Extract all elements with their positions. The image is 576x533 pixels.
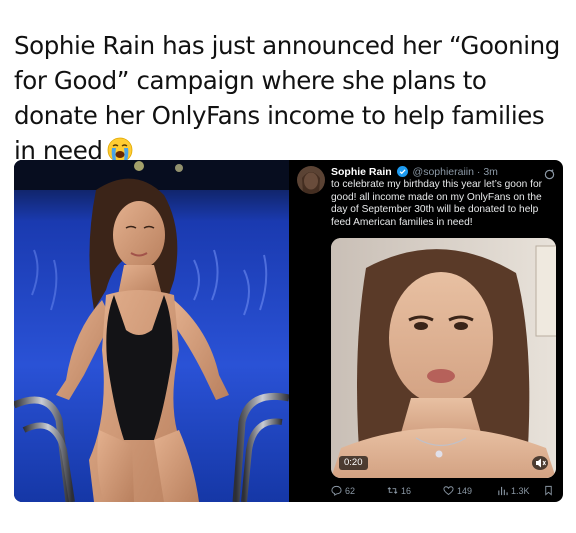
avatar[interactable]: [297, 166, 325, 194]
views-button[interactable]: 1.3K: [497, 484, 530, 498]
reply-button[interactable]: 62: [331, 484, 355, 498]
pool-photo-illustration: [14, 160, 289, 502]
like-button[interactable]: 149: [443, 484, 472, 498]
views-count: 1.3K: [511, 486, 530, 496]
like-count: 149: [457, 486, 473, 496]
tweet-header: Sophie Rain @sophieraiin · 3m: [331, 166, 555, 179]
repost-count: 16: [401, 486, 412, 496]
bookmark-button[interactable]: [543, 484, 554, 498]
video-duration: 0:20: [339, 456, 368, 470]
reply-icon: [331, 485, 342, 498]
meme-caption: Sophie Rain has just announced her “Goon…: [14, 28, 562, 168]
video-frame: [331, 238, 556, 478]
repost-button[interactable]: 16: [387, 484, 411, 498]
verified-badge-icon: [396, 166, 408, 177]
caption-text: Sophie Rain has just announced her “Goon…: [14, 31, 560, 165]
display-name[interactable]: Sophie Rain: [331, 166, 392, 178]
tweet-actions: 62 16 149 1.3K: [331, 484, 556, 498]
tweet-card: Sophie Rain @sophieraiin · 3m to celebra…: [289, 160, 563, 502]
video-player[interactable]: 0:20: [331, 238, 556, 478]
separator: ·: [476, 166, 481, 178]
heart-icon: [443, 485, 454, 498]
pool-photo: [14, 160, 289, 502]
mute-icon[interactable]: [532, 456, 548, 470]
bookmark-icon: [543, 485, 554, 498]
handle[interactable]: @sophieraiin: [413, 166, 474, 178]
repost-icon: [387, 485, 398, 498]
bar-chart-icon: [497, 485, 508, 498]
tweet-text: to celebrate my birthday this year let’s…: [331, 179, 543, 228]
timestamp[interactable]: 3m: [483, 166, 498, 178]
reply-count: 62: [345, 486, 356, 496]
grok-icon[interactable]: [544, 167, 555, 180]
